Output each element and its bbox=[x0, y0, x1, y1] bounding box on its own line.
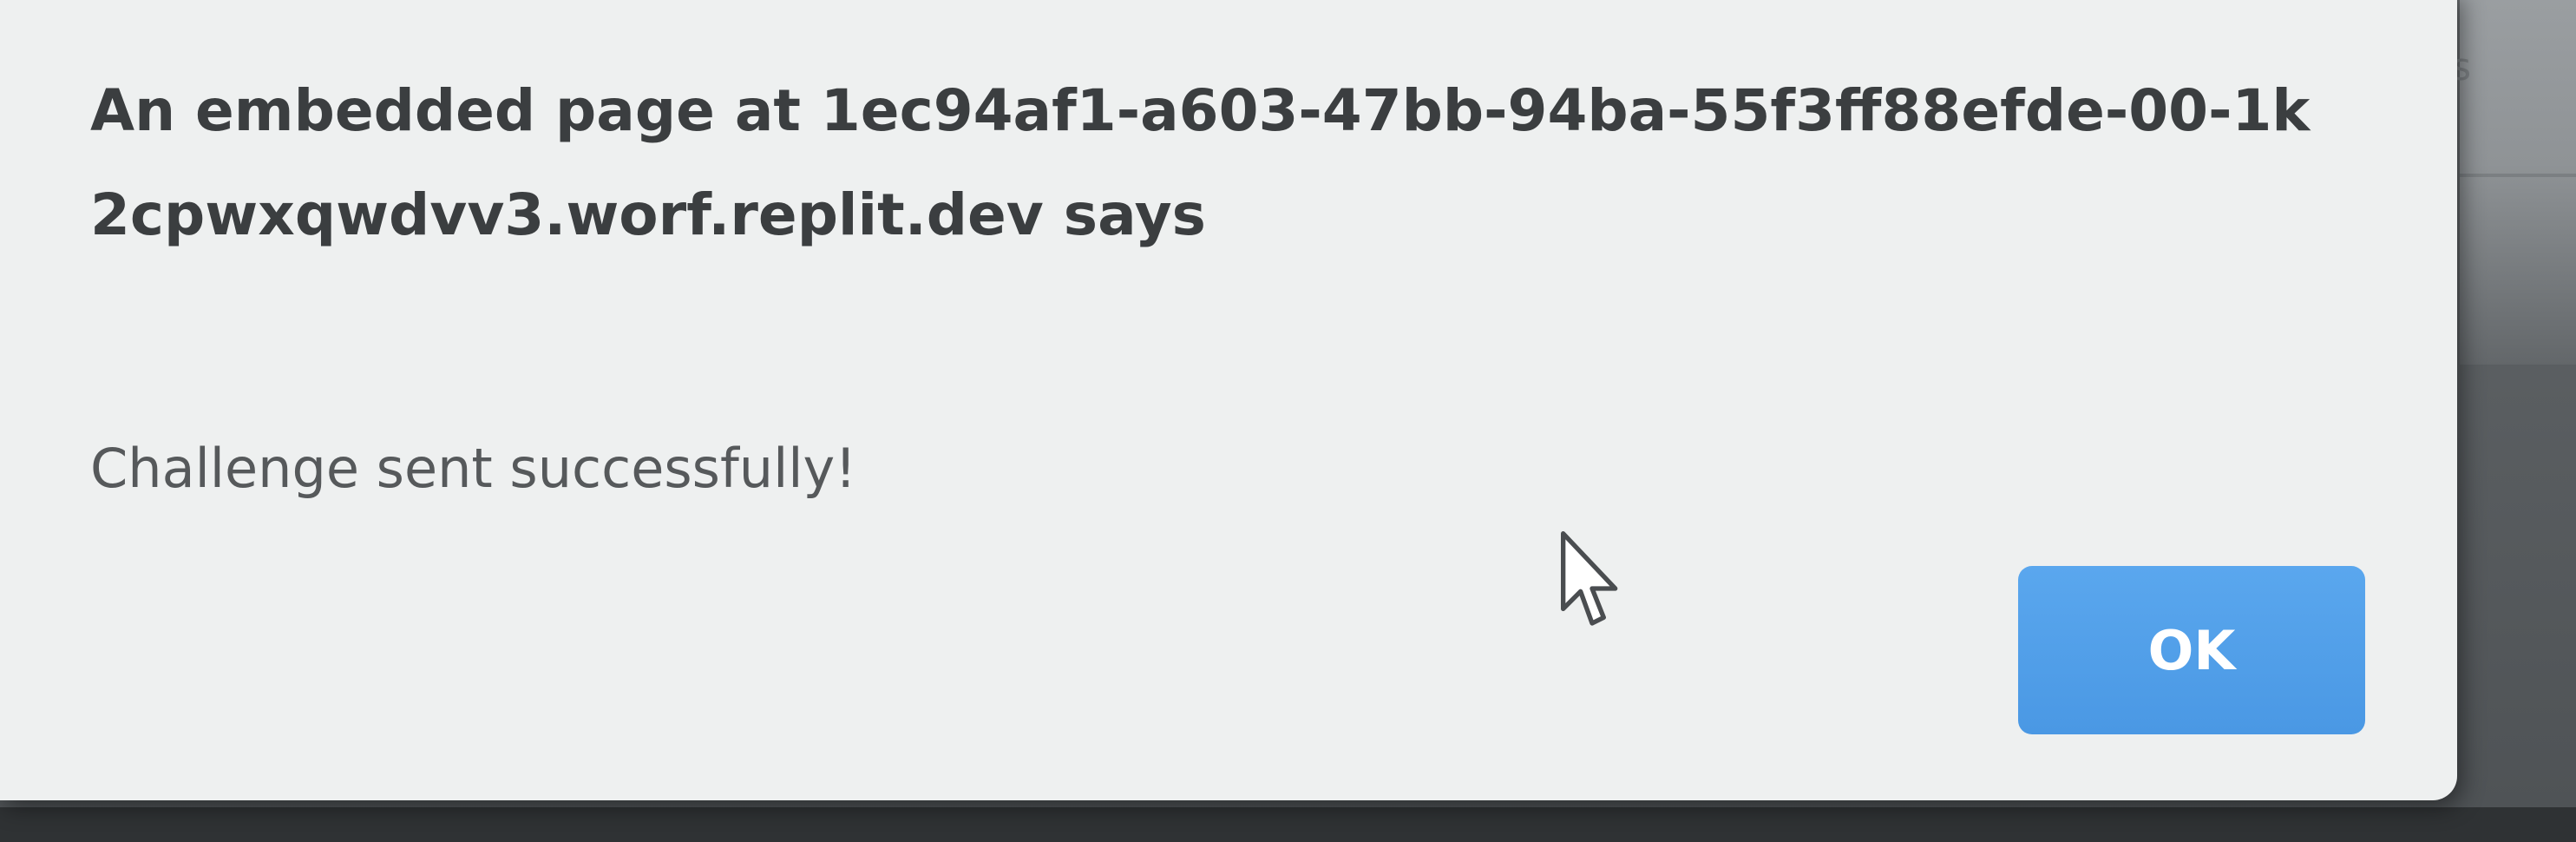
alert-dialog: An embedded page at 1ec94af1-a603-47bb-9… bbox=[0, 0, 2457, 800]
background-divider bbox=[2460, 174, 2576, 177]
background-header bbox=[2460, 0, 2576, 365]
background-footer bbox=[0, 807, 2576, 842]
dialog-heading: An embedded page at 1ec94af1-a603-47bb-9… bbox=[90, 77, 2311, 248]
mouse-pointer-icon bbox=[1561, 531, 1618, 626]
ok-button[interactable]: OK bbox=[2018, 566, 2365, 734]
dialog-message: Challenge sent successfully! bbox=[90, 437, 857, 500]
